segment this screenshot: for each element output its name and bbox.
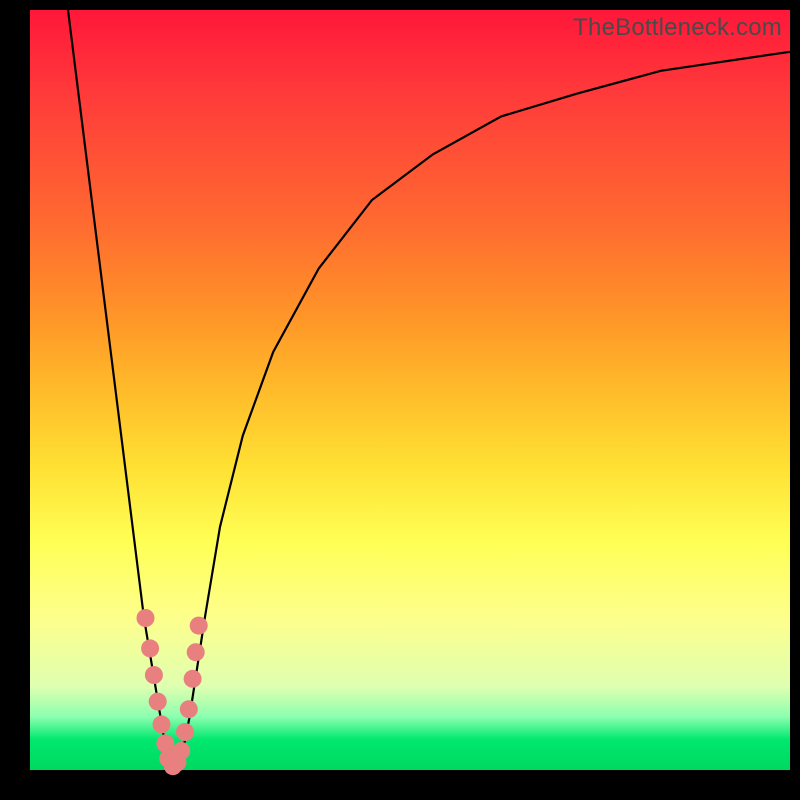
curve-left: [68, 10, 173, 770]
data-marker: [156, 734, 174, 752]
data-marker: [190, 617, 208, 635]
data-marker: [184, 670, 202, 688]
data-marker: [141, 639, 159, 657]
data-marker: [149, 693, 167, 711]
data-marker: [176, 723, 194, 741]
data-marker: [180, 700, 198, 718]
data-marker: [187, 643, 205, 661]
chart-plot-area: TheBottleneck.com: [30, 10, 790, 770]
data-marker: [153, 715, 171, 733]
data-marker: [145, 666, 163, 684]
chart-svg: [30, 10, 790, 770]
chart-frame: TheBottleneck.com: [0, 0, 800, 800]
curve-right: [173, 52, 790, 770]
data-marker: [137, 609, 155, 627]
data-marker: [172, 742, 190, 760]
